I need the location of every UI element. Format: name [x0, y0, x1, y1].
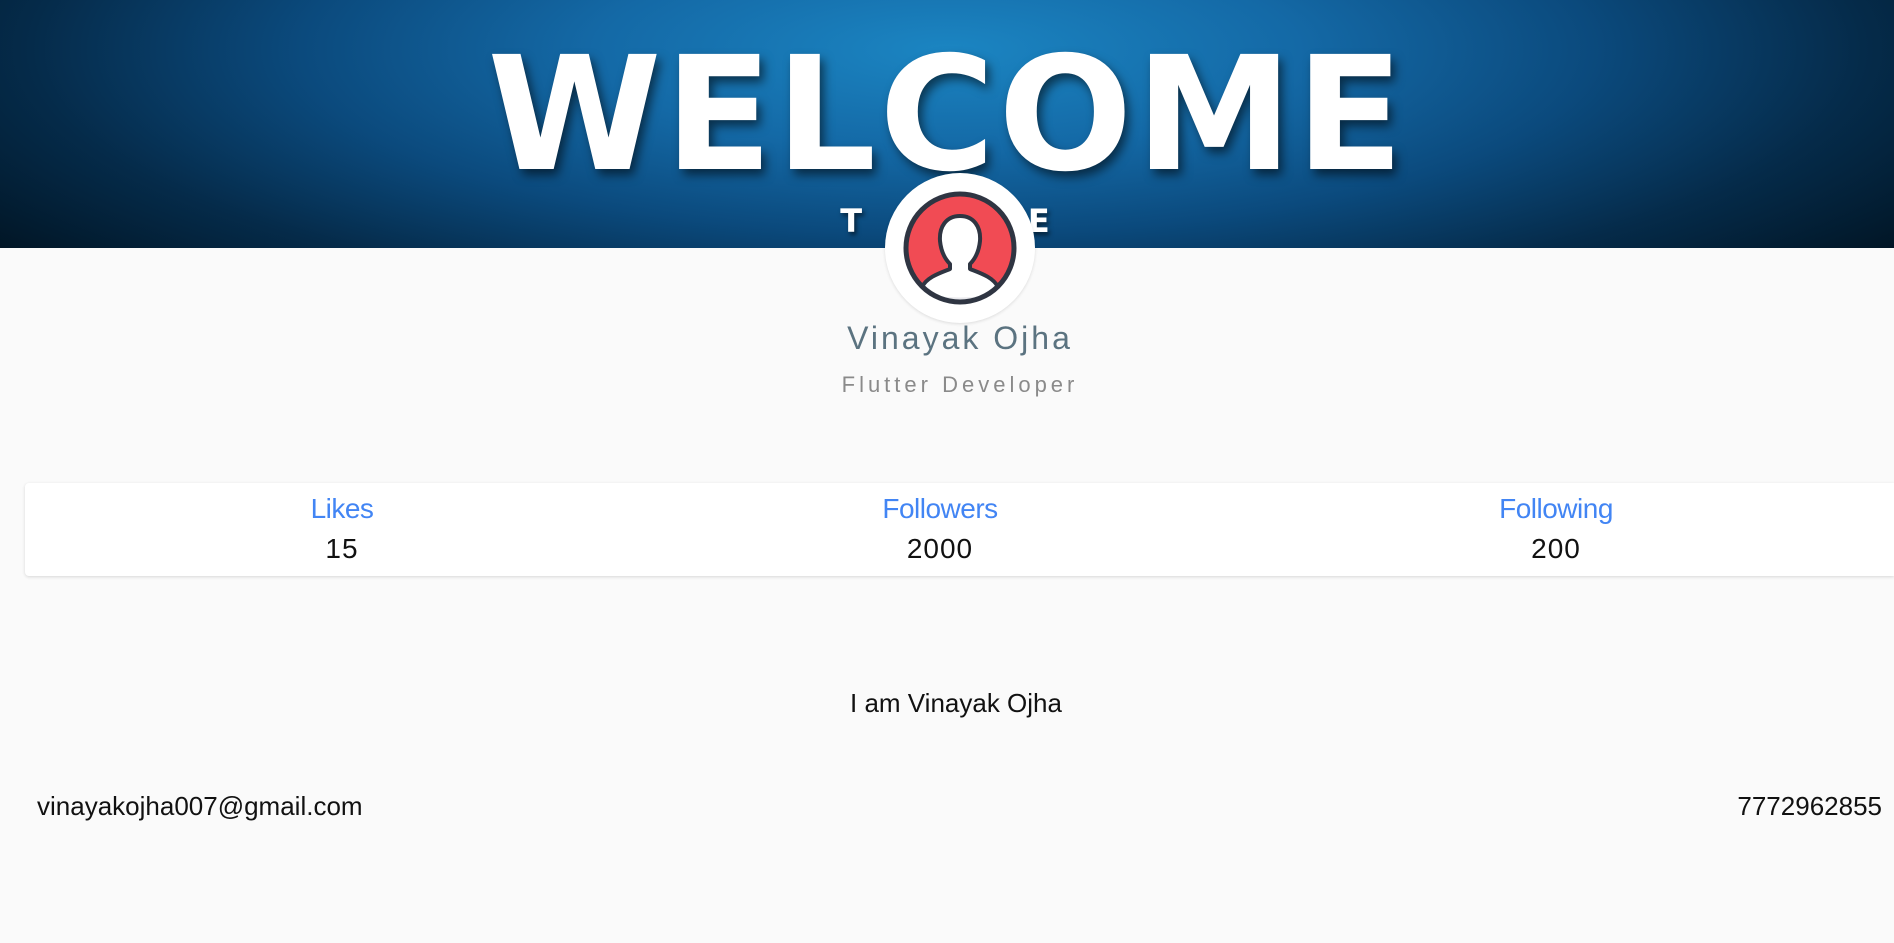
stat-value: 15 — [325, 533, 359, 564]
user-avatar-icon — [903, 191, 1017, 305]
profile-page: WELCOME TIFE Vinayak Ojha Flutter Develo… — [0, 0, 1894, 943]
stat-following[interactable]: Following 200 — [1406, 483, 1706, 576]
avatar — [885, 173, 1035, 323]
email-text: vinayakojha007@gmail.com — [37, 791, 363, 821]
stat-label: Following — [1499, 493, 1613, 524]
stat-label: Followers — [882, 493, 998, 524]
profile-role: Flutter Developer — [841, 372, 1079, 397]
stat-label: Likes — [310, 493, 374, 524]
stats-card: Likes 15 Followers 2000 Following 200 — [25, 483, 1894, 576]
stat-followers[interactable]: Followers 2000 — [790, 483, 1090, 576]
phone-text: 7772962855 — [1737, 791, 1882, 821]
stat-likes[interactable]: Likes 15 — [192, 483, 492, 576]
banner-subtitle-start: T — [840, 202, 867, 240]
profile-name: Vinayak Ojha — [847, 320, 1073, 356]
stat-value: 2000 — [906, 533, 974, 564]
bio-text: I am Vinayak Ojha — [850, 688, 1062, 718]
stat-value: 200 — [1531, 533, 1581, 564]
banner-title: WELCOME — [487, 23, 1407, 207]
